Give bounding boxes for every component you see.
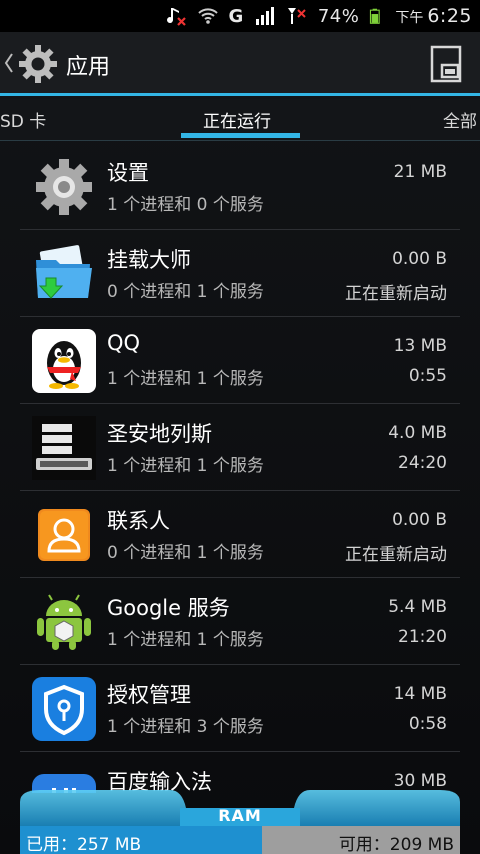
tab-all[interactable]: 全部 [443,107,477,132]
qq-penguin-icon [32,329,96,393]
network-type-label: G [228,5,244,27]
action-bar: 应用 [0,32,480,96]
app-status: 24:20 [398,453,447,473]
contacts-icon [38,509,90,561]
tab-sd-card[interactable]: SD 卡 [0,107,46,132]
app-status: 正在重新启动 [345,284,447,304]
app-name: 设置 [107,161,149,185]
shield-key-icon [32,677,96,741]
app-name: 挂载大师 [107,248,191,272]
app-status: 0:55 [408,366,447,386]
app-process-info: 1 个进程和 3 个服务 [107,717,264,737]
tab-selected-indicator [181,133,300,138]
ram-label: RAM [218,806,262,825]
app-process-info: 1 个进程和 1 个服务 [107,369,264,389]
app-memory-size: 0.00 B [392,249,447,269]
app-status: 0:58 [408,714,447,734]
app-screen: G 74% 下午 6:25 应用 SD 卡 正在运行 全部 设置 1 个进程和 … [0,0,480,854]
settings-gear-icon [36,159,92,215]
app-name: 联系人 [107,509,170,533]
folder-download-icon [36,245,92,299]
app-row-san-andreas[interactable]: 圣安地列斯 1 个进程和 1 个服务 4.0 MB 24:20 [20,404,460,491]
app-row-google-services[interactable]: Google 服务 1 个进程和 1 个服务 5.4 MB 21:20 [20,578,460,665]
sim2-signal-icon [287,8,306,24]
app-row-contacts[interactable]: 联系人 0 个进程和 1 个服务 0.00 B 正在重新启动 [20,491,460,578]
ram-used-text: 已用：257 MB [26,835,142,854]
app-process-info: 1 个进程和 0 个服务 [107,195,264,215]
app-name: Google 服务 [107,596,230,620]
ram-usage-bar: 已用：257 MB 可用：209 MB [20,826,460,854]
app-memory-size: 13 MB [393,336,447,356]
app-process-info: 1 个进程和 1 个服务 [107,630,264,650]
tab-bar: SD 卡 正在运行 全部 [0,99,480,141]
app-name: QQ [107,331,141,355]
music-muted-icon [166,8,186,26]
app-name: 圣安地列斯 [107,422,212,446]
wifi-icon [197,8,218,24]
app-row-mount-master[interactable]: 挂载大师 0 个进程和 1 个服务 0.00 B 正在重新启动 [20,230,460,317]
app-memory-size: 4.0 MB [388,423,447,443]
time-period: 下午 [395,10,424,26]
tab-running[interactable]: 正在运行 [203,107,271,132]
app-status: 正在重新启动 [345,545,447,565]
app-process-info: 0 个进程和 1 个服务 [107,543,264,563]
app-row-settings[interactable]: 设置 1 个进程和 0 个服务 21 MB [20,143,460,230]
app-memory-size: 21 MB [393,162,447,182]
clock-time: 6:25 [427,5,472,27]
app-status: 21:20 [398,627,447,647]
app-memory-size: 5.4 MB [388,597,447,617]
gta-san-andreas-icon [32,416,96,480]
app-process-info: 1 个进程和 1 个服务 [107,456,264,476]
app-memory-size: 0.00 B [392,510,447,530]
signal-strength-icon [255,7,274,25]
app-name: 授权管理 [107,683,191,707]
battery-percent: 74% [317,5,360,27]
status-bar: G 74% 下午 6:25 [0,0,480,32]
app-row-qq[interactable]: QQ 1 个进程和 1 个服务 13 MB 0:55 [20,317,460,404]
status-icons: G 74% 下午 6:25 [165,0,472,32]
storage-usage-icon[interactable] [430,45,462,83]
page-title: 应用 [66,55,111,80]
battery-icon [370,8,381,24]
app-process-info: 0 个进程和 1 个服务 [107,282,264,302]
settings-app-icon[interactable] [17,43,59,85]
app-row-permission-manager[interactable]: 授权管理 1 个进程和 3 个服务 14 MB 0:58 [20,665,460,752]
back-caret-icon[interactable] [4,52,14,74]
running-apps-list: 设置 1 个进程和 0 个服务 21 MB 挂载大师 0 个进程和 1 个服务 … [0,143,480,793]
android-robot-icon [37,594,91,650]
app-memory-size: 14 MB [393,684,447,704]
ram-free-text: 可用：209 MB [338,835,454,854]
